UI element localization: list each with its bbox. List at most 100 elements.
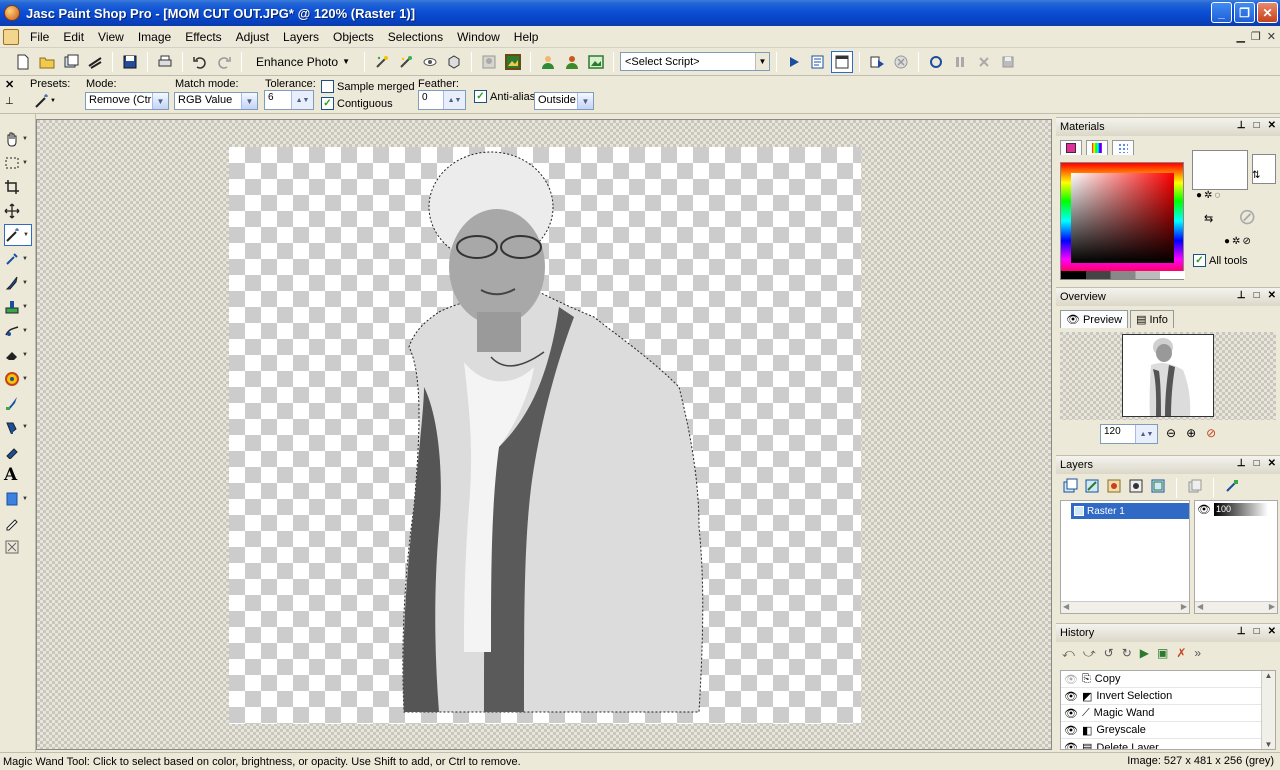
image-canvas[interactable] bbox=[229, 147, 861, 724]
browse-button[interactable] bbox=[60, 51, 82, 73]
all-tools-checkbox[interactable]: ✓ All tools bbox=[1193, 254, 1248, 267]
sample-merged-checkbox[interactable]: Sample merged bbox=[321, 80, 415, 93]
redo-icon[interactable]: ↻ bbox=[1122, 646, 1132, 661]
tab-info[interactable]: ▤ Info bbox=[1130, 310, 1174, 328]
menu-layers[interactable]: Layers bbox=[276, 30, 326, 44]
airbrush-tool[interactable] bbox=[4, 440, 32, 462]
new-adjustment-layer-icon[interactable] bbox=[1150, 478, 1166, 494]
minimize-button[interactable]: _ bbox=[1211, 2, 1232, 23]
no-material-icon[interactable]: ⊘ bbox=[1238, 204, 1256, 230]
panel-maximize-icon[interactable]: □ bbox=[1254, 626, 1260, 637]
history-item-invert-selection[interactable]: 👁 ◩ Invert Selection bbox=[1061, 688, 1275, 705]
app-icon[interactable] bbox=[4, 5, 20, 21]
run-script-button[interactable] bbox=[783, 51, 805, 73]
mode-dropdown[interactable]: Remove (Ctrl) ▼ bbox=[85, 92, 169, 110]
paint-brush-tool[interactable]: ▼ bbox=[4, 272, 32, 294]
redo-to-icon[interactable]: ⤻ bbox=[1083, 646, 1096, 661]
copy-to-clipboard-icon[interactable]: ▣ bbox=[1157, 646, 1168, 661]
warp-tool[interactable] bbox=[4, 536, 32, 558]
edit-script-button[interactable] bbox=[807, 51, 829, 73]
pin-icon[interactable]: ⊥ bbox=[1237, 458, 1246, 469]
record-button[interactable] bbox=[925, 51, 947, 73]
new-mask-layer-icon[interactable] bbox=[1128, 478, 1144, 494]
cancel-script-button[interactable] bbox=[890, 51, 912, 73]
menu-image[interactable]: Image bbox=[131, 30, 178, 44]
tab-frame[interactable] bbox=[1060, 140, 1082, 155]
foreground-color-swatch[interactable] bbox=[1192, 150, 1248, 190]
tab-preview[interactable]: 👁 Preview bbox=[1060, 310, 1129, 328]
new-art-media-layer-icon[interactable] bbox=[1106, 478, 1122, 494]
doc-restore-icon[interactable]: ❐ bbox=[1251, 30, 1261, 43]
menu-effects[interactable]: Effects bbox=[178, 30, 228, 44]
crop-tool[interactable] bbox=[4, 176, 32, 198]
undo-to-icon[interactable]: ⤺ bbox=[1062, 646, 1075, 661]
history-item-magic-wand[interactable]: 👁 ⟋ Magic Wand bbox=[1061, 705, 1275, 722]
menu-view[interactable]: View bbox=[91, 30, 131, 44]
print-button[interactable] bbox=[154, 51, 176, 73]
magic-wand-tool[interactable]: ▼ bbox=[4, 224, 32, 246]
menu-objects[interactable]: Objects bbox=[326, 30, 381, 44]
panel-close-icon[interactable]: ✕ bbox=[1268, 626, 1276, 637]
new-vector-layer-icon[interactable] bbox=[1084, 478, 1100, 494]
document-workspace[interactable] bbox=[36, 119, 1052, 750]
history-item-delete-layer[interactable]: 👁 ▤ Delete Layer bbox=[1061, 739, 1275, 750]
layer-details-scrollbar[interactable]: ◀ ▶ bbox=[1195, 601, 1277, 613]
run-selected-script-button[interactable] bbox=[866, 51, 888, 73]
texture-icon[interactable]: ✲ bbox=[1204, 190, 1212, 201]
zoom-in-icon[interactable]: ⊕ bbox=[1186, 426, 1196, 440]
save-button[interactable] bbox=[119, 51, 141, 73]
text-tool[interactable]: A bbox=[4, 464, 32, 486]
pause-button[interactable] bbox=[949, 51, 971, 73]
new-raster-layer-icon[interactable] bbox=[1062, 478, 1078, 494]
document-icon[interactable] bbox=[3, 28, 19, 45]
pan-tool[interactable]: ▼ bbox=[4, 128, 32, 150]
tab-rainbow[interactable] bbox=[1086, 140, 1108, 155]
layer-list-scrollbar[interactable]: ◀ ▶ bbox=[1061, 601, 1189, 613]
panel-maximize-icon[interactable]: □ bbox=[1254, 458, 1260, 469]
eraser-tool[interactable]: ▼ bbox=[4, 344, 32, 366]
auto-fix-button[interactable] bbox=[395, 51, 417, 73]
panel-close-icon[interactable]: ✕ bbox=[1268, 290, 1276, 301]
texture-icon[interactable]: ✲ bbox=[1232, 236, 1240, 247]
no-style-icon[interactable]: ⊘ bbox=[1242, 236, 1250, 247]
undo-button[interactable] bbox=[189, 51, 211, 73]
pin-icon[interactable]: ⊥ bbox=[1237, 626, 1246, 637]
layer-properties-icon[interactable] bbox=[1224, 478, 1240, 494]
panel-maximize-icon[interactable]: □ bbox=[1254, 290, 1260, 301]
dropper-tool[interactable]: ▼ bbox=[4, 248, 32, 270]
feather-stepper[interactable]: 0 ▲▼ bbox=[418, 90, 466, 110]
visibility-eye-icon[interactable]: 👁 bbox=[1197, 503, 1211, 516]
doc-minimize-icon[interactable]: ▁ bbox=[1236, 30, 1244, 43]
picture-tube-tool[interactable]: ▼ bbox=[4, 368, 32, 390]
color-replacer-tool[interactable] bbox=[4, 392, 32, 414]
undo-icon[interactable]: ↺ bbox=[1104, 646, 1114, 661]
save-script-button[interactable] bbox=[997, 51, 1019, 73]
select-script-dropdown[interactable]: <Select Script> ▼ bbox=[620, 52, 770, 71]
pin-icon[interactable]: ⊥ bbox=[1237, 120, 1246, 131]
anti-alias-checkbox[interactable]: ✓ Anti-alias bbox=[474, 90, 535, 103]
menu-window[interactable]: Window bbox=[450, 30, 507, 44]
opacity-slider[interactable]: 100 bbox=[1213, 503, 1268, 516]
swap-materials-icon[interactable]: ⇆ bbox=[1204, 212, 1213, 225]
script-dialog-button[interactable] bbox=[831, 50, 853, 73]
redo-button[interactable] bbox=[213, 51, 235, 73]
transparent-icon[interactable]: ◌ bbox=[1214, 190, 1220, 201]
enhance-photo-menu[interactable]: Enhance Photo ▼ bbox=[248, 51, 358, 73]
pin-icon[interactable]: ⊥ bbox=[5, 96, 14, 107]
menu-adjust[interactable]: Adjust bbox=[229, 30, 276, 44]
photo-sharing-button[interactable] bbox=[585, 51, 607, 73]
doc-close-icon[interactable]: ✕ bbox=[1267, 30, 1276, 43]
zoom-actual-icon[interactable]: ⊘ bbox=[1206, 426, 1216, 440]
products-button[interactable] bbox=[561, 51, 583, 73]
panel-close-icon[interactable]: ✕ bbox=[1268, 458, 1276, 469]
import-button[interactable] bbox=[478, 51, 500, 73]
menu-help[interactable]: Help bbox=[507, 30, 546, 44]
zoom-stepper[interactable]: 120 ▲▼ bbox=[1100, 424, 1158, 444]
maximize-button[interactable]: ❐ bbox=[1234, 2, 1255, 23]
pin-icon[interactable]: ⊥ bbox=[1237, 290, 1246, 301]
overview-preview-area[interactable] bbox=[1060, 332, 1276, 420]
menu-file[interactable]: File bbox=[23, 30, 56, 44]
duplicate-layer-icon[interactable] bbox=[1187, 478, 1203, 494]
panel-maximize-icon[interactable]: □ bbox=[1254, 120, 1260, 131]
learning-center-button[interactable] bbox=[537, 51, 559, 73]
